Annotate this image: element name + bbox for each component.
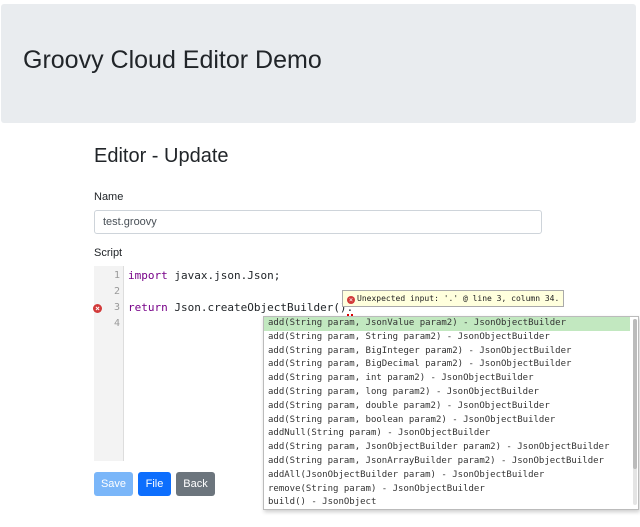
line-number: 1 <box>113 270 120 281</box>
line-number-gutter: 1 2 3 4 <box>94 266 124 461</box>
autocomplete-item[interactable]: add(String param, String param2) - JsonO… <box>264 331 638 345</box>
autocomplete-item[interactable]: add(String param, int param2) - JsonObje… <box>264 372 638 386</box>
header-banner: Groovy Cloud Editor Demo <box>1 4 636 123</box>
code-keyword: import <box>128 269 168 282</box>
code-line[interactable]: return Json.createObjectBuilder(). <box>128 301 354 316</box>
autocomplete-item[interactable]: build() - JsonObject <box>264 496 638 509</box>
autocomplete-scrollbar[interactable] <box>633 319 637 505</box>
code-text: Json.createObjectBuilder() <box>167 301 347 314</box>
line-number: 3 <box>113 302 120 313</box>
autocomplete-item[interactable]: add(String param, boolean param2) - Json… <box>264 414 638 428</box>
autocomplete-item[interactable]: remove(String param) - JsonObjectBuilder <box>264 483 638 497</box>
line-number: 2 <box>113 286 120 297</box>
error-marker-icon[interactable]: × <box>93 304 102 313</box>
editor-title: Editor - Update <box>94 145 229 167</box>
error-tooltip: × Unexpected input: '.' @ line 3, column … <box>342 290 565 307</box>
code-keyword: return <box>128 301 168 314</box>
page-title: Groovy Cloud Editor Demo <box>23 46 322 74</box>
name-label: Name <box>94 191 124 203</box>
autocomplete-item[interactable]: add(String param, BigInteger param2) - J… <box>264 345 638 359</box>
error-icon: × <box>347 296 355 304</box>
autocomplete-item[interactable]: add(String param, BigDecimal param2) - J… <box>264 358 638 372</box>
back-button[interactable]: Back <box>176 472 215 496</box>
autocomplete-item[interactable]: add(String param, JsonValue param2) - Js… <box>264 317 630 331</box>
scrollbar-thumb[interactable] <box>633 319 637 469</box>
line-number: 4 <box>113 318 120 329</box>
script-label: Script <box>94 247 123 259</box>
autocomplete-item[interactable]: add(String param, long param2) - JsonObj… <box>264 386 638 400</box>
autocomplete-item[interactable]: add(String param, JsonObjectBuilder para… <box>264 441 638 455</box>
name-input[interactable]: test.groovy <box>94 210 542 234</box>
save-button[interactable]: Save <box>94 472 133 496</box>
autocomplete-item[interactable]: addNull(String param) - JsonObjectBuilde… <box>264 427 638 441</box>
autocomplete-item[interactable]: add(String param, double param2) - JsonO… <box>264 400 638 414</box>
autocomplete-popup[interactable]: add(String param, JsonValue param2) - Js… <box>263 316 639 510</box>
code-text: javax.json.Json; <box>167 269 281 282</box>
autocomplete-item[interactable]: addAll(JsonObjectBuilder param) - JsonOb… <box>264 469 638 483</box>
code-line[interactable]: import javax.json.Json; <box>128 269 280 282</box>
file-button[interactable]: File <box>138 472 171 496</box>
error-tooltip-text: Unexpected input: '.' @ line 3, column 3… <box>357 294 560 303</box>
autocomplete-item[interactable]: add(String param, JsonArrayBuilder param… <box>264 455 638 469</box>
